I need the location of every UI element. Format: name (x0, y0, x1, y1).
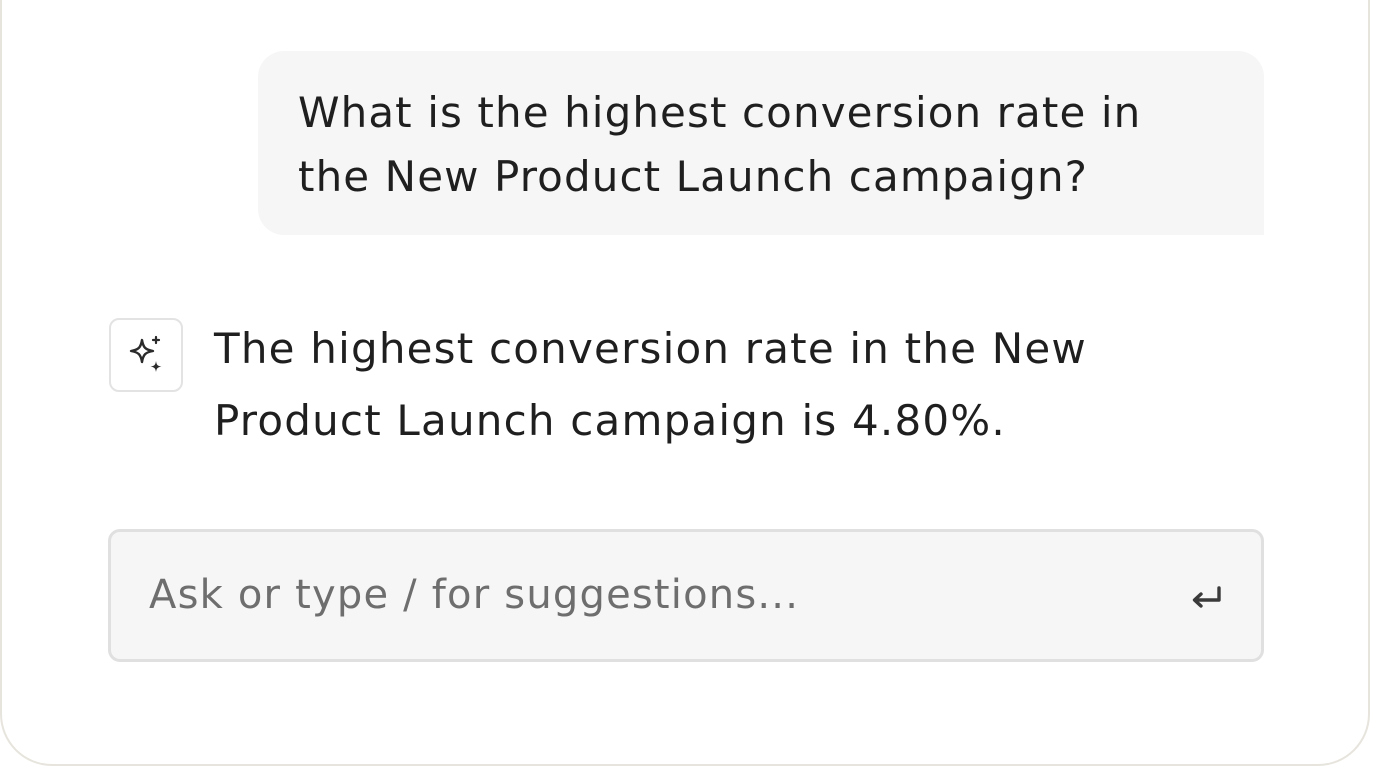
sparkles-icon (129, 335, 162, 372)
chat-input-box[interactable] (108, 529, 1264, 662)
user-message-bubble: What is the highest conversion rate in t… (258, 51, 1264, 235)
user-message-text: What is the highest conversion rate in t… (298, 88, 1142, 201)
assistant-avatar (109, 318, 183, 392)
enter-icon[interactable] (1187, 580, 1227, 616)
chat-input[interactable] (149, 562, 1149, 628)
assistant-message: The highest conversion rate in the New P… (214, 313, 1264, 457)
assistant-message-text: The highest conversion rate in the New P… (214, 324, 1087, 445)
